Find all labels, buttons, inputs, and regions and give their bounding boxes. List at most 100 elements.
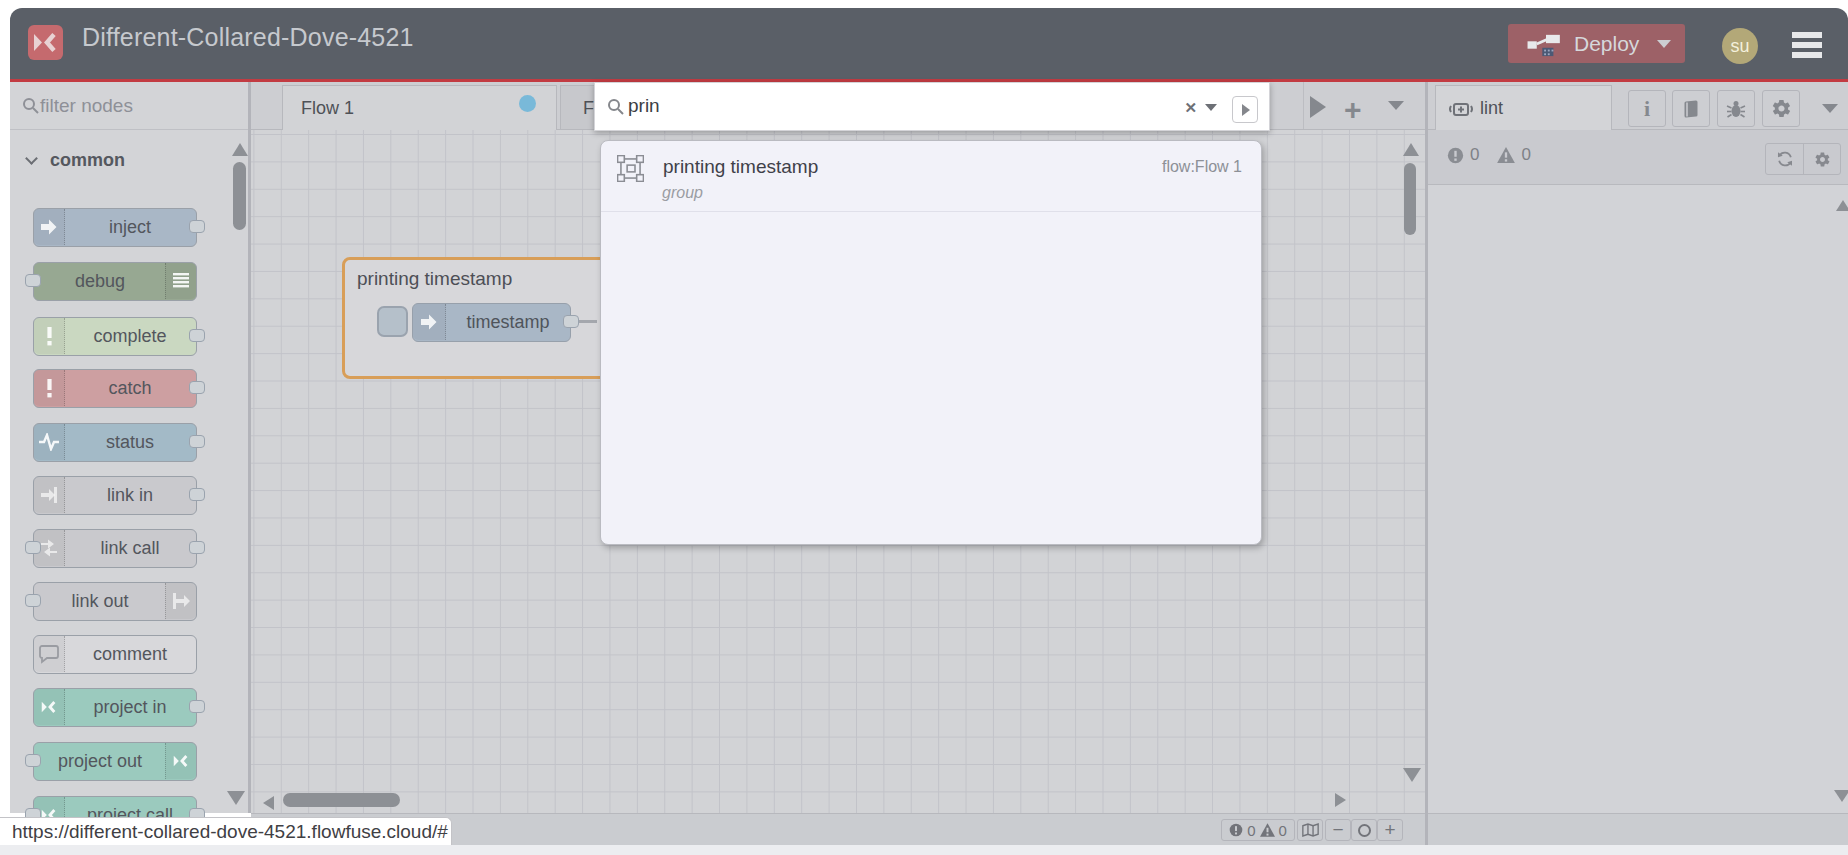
search-clear-icon[interactable]: ✕ [1184,99,1197,117]
node-input-port [25,274,41,287]
zoom-out-button[interactable]: − [1325,819,1351,841]
group-icon [617,155,644,182]
node-output-port [189,700,205,713]
deploy-label: Deploy [1574,32,1639,56]
add-flow-button[interactable]: + [1344,93,1362,127]
palette-node-complete[interactable]: complete [33,317,197,356]
tab-flow-1[interactable]: Flow 1 [282,85,557,130]
palette-node-link-call[interactable]: link call [33,529,197,568]
node-input-port [25,541,41,554]
palette-node-project-out[interactable]: project out [33,742,197,781]
lint-icon [1448,98,1474,120]
tabstrip-divider [1303,82,1304,129]
main-menu-button[interactable] [1792,32,1822,62]
palette-filter[interactable]: filter nodes [10,82,248,130]
settings-tab-button[interactable] [1762,90,1800,127]
palette-node-label: catch [34,378,196,399]
canvas-issues-badge[interactable]: 0 0 [1221,819,1295,841]
palette-node-status[interactable]: status [33,423,197,462]
instance-title: Different-Collared-Dove-4521 [82,23,414,52]
browser-url-tooltip: https://different-collared-dove-4521.flo… [0,817,452,845]
palette-node-label: comment [34,644,196,665]
lint-header: 0 0 [1428,130,1848,185]
node-output-port [189,220,205,233]
palette-node-inject[interactable]: inject [33,208,197,247]
gear-icon [1771,98,1792,119]
search-next-button[interactable] [1232,96,1258,123]
chevron-down-icon [25,152,38,165]
zoom-in-button[interactable]: + [1377,819,1403,841]
canvas-scroll-up[interactable] [1403,143,1419,156]
tab-scroll-right-icon[interactable] [1310,96,1326,118]
canvas-scroll-right[interactable] [1335,793,1346,807]
warning-icon [1260,823,1275,837]
palette-node-label: project out [34,751,196,772]
search-icon [22,97,40,115]
sidebar-footer [1428,813,1848,845]
canvas-scroll-down[interactable] [1403,768,1421,782]
palette-node-label: debug [34,271,196,292]
canvas-scrollbar-h[interactable] [283,793,400,807]
node-output-port [189,435,205,448]
lint-settings-button[interactable] [1803,144,1840,174]
flowfuse-logo-icon[interactable] [28,25,63,60]
lint-tab-label: lint [1480,98,1503,119]
palette-node-label: link in [34,485,196,506]
palette-node-comment[interactable]: comment [33,635,197,674]
search-dialog[interactable]: prin ✕ [594,82,1270,131]
info-tab-button[interactable]: i [1628,90,1666,127]
palette-category-common[interactable]: common [10,136,248,184]
sidebar-menu-caret-icon[interactable] [1822,104,1838,113]
canvas-scrollbar-v[interactable] [1404,163,1416,235]
palette-node-debug[interactable]: debug [33,262,197,301]
user-avatar[interactable]: su [1722,28,1758,64]
palette-node-project-in[interactable]: project in [33,688,197,727]
palette-node-label: project in [34,697,196,718]
palette-scroll-up[interactable] [232,143,248,156]
book-icon [1681,99,1701,119]
bug-icon [1726,99,1746,119]
inject-icon [413,304,446,340]
palette-scroll-down[interactable] [227,791,245,805]
deploy-options-caret-icon[interactable] [1657,40,1671,48]
node-output-port [189,541,205,554]
lint-refresh-button[interactable] [1766,144,1803,174]
node-output-port [189,488,205,501]
palette-node-link-out[interactable]: link out [33,582,197,621]
palette-scrollbar-thumb[interactable] [233,162,246,230]
inject-node[interactable]: timestamp [412,303,571,342]
search-input[interactable]: prin [628,95,660,117]
inject-node-button[interactable] [377,306,408,337]
sidebar-scroll-up[interactable] [1836,200,1848,211]
flow-list-caret-icon[interactable] [1388,101,1404,110]
unsaved-changes-dot [519,95,536,112]
search-options-caret-icon[interactable] [1205,104,1217,111]
navigator-button[interactable] [1297,819,1323,841]
palette-node-label: complete [34,326,196,347]
search-icon [607,98,625,116]
lint-warning-count: 0 [1521,145,1530,165]
debug-tab-button[interactable] [1717,90,1755,127]
node-output-port[interactable] [563,315,579,328]
warning-icon [1497,147,1515,163]
node-input-port [25,754,41,767]
result-type: group [662,184,703,202]
canvas-error-count: 0 [1247,822,1255,839]
canvas-scroll-left[interactable] [263,796,274,810]
zoom-reset-button[interactable] [1351,819,1377,841]
lint-error-count: 0 [1470,145,1479,165]
sidebar-scroll-down[interactable] [1834,790,1848,802]
node-palette: filter nodes common inject debug complet… [10,82,251,813]
sidebar-tab-lint[interactable]: lint [1435,85,1612,130]
help-tab-button[interactable] [1672,90,1710,127]
palette-node-link-in[interactable]: link in [33,476,197,515]
result-title: printing timestamp [663,156,818,178]
zoom-reset-icon [1358,824,1371,837]
palette-node-label: link out [34,591,196,612]
palette-node-label: inject [34,217,196,238]
error-icon [1447,147,1464,164]
gear-icon [1814,151,1831,168]
search-result-item[interactable]: printing timestamp group flow:Flow 1 [601,141,1261,212]
deploy-button[interactable]: Deploy [1508,24,1685,63]
palette-node-catch[interactable]: catch [33,369,197,408]
